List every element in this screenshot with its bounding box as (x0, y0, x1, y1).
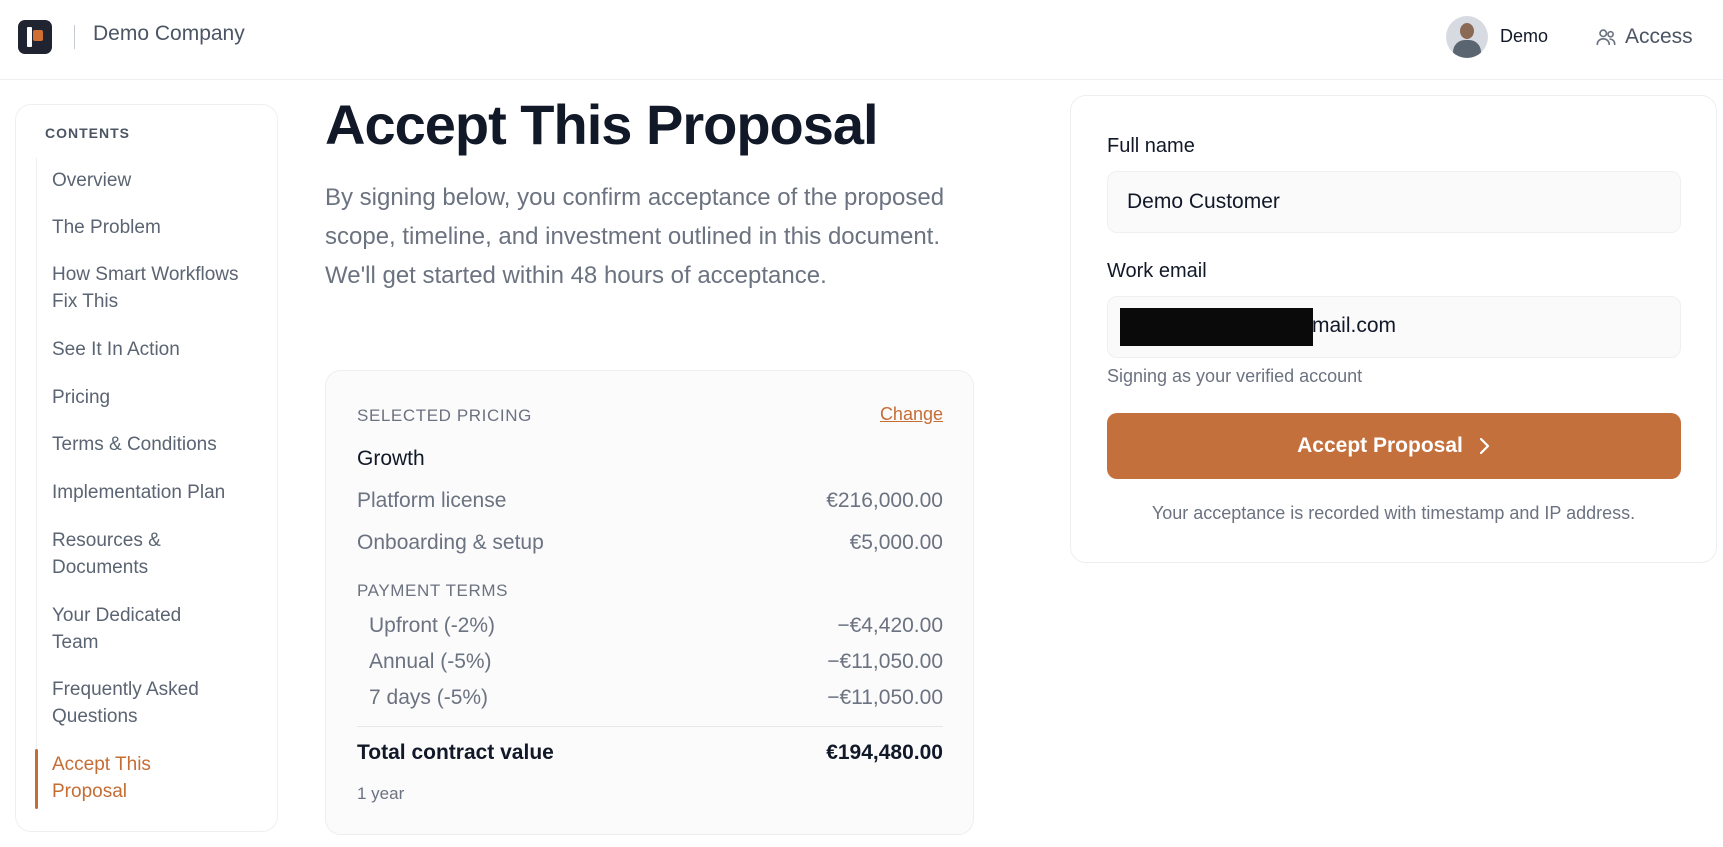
accept-proposal-button[interactable]: Accept Proposal (1107, 413, 1681, 479)
access-label: Access (1625, 25, 1693, 48)
toc-title: CONTENTS (45, 125, 130, 141)
intro-text: By signing below, you confirm acceptance… (325, 184, 945, 289)
total-divider (357, 726, 943, 727)
full-name-label: Full name (1107, 135, 1195, 157)
change-pricing-link[interactable]: Change (880, 404, 943, 425)
toc-item-dedicated-team[interactable]: Your Dedicated Team (52, 602, 212, 656)
total-amount: €194,480.00 (826, 741, 943, 764)
toc-item-see-it-in-action[interactable]: See It In Action (52, 336, 252, 363)
toc-track (36, 158, 37, 809)
payment-term-label: Annual (-5%) (369, 650, 492, 673)
payment-term-amount: −€11,050.00 (827, 686, 943, 709)
acceptance-footnote: Your acceptance is recorded with timesta… (1151, 503, 1636, 523)
line-item-label: Platform license (357, 489, 507, 512)
accept-proposal-label: Accept Proposal (1297, 434, 1463, 457)
pricing-summary-card: SELECTED PRICING Change Growth Platform … (325, 370, 974, 835)
toc-item-the-problem[interactable]: The Problem (52, 214, 252, 241)
full-name-input[interactable]: Demo Customer (1107, 171, 1681, 233)
access-button[interactable]: Access (1595, 24, 1693, 50)
signature-card: Full name Demo Customer Work email mail.… (1070, 95, 1717, 563)
toc-active-indicator (35, 749, 38, 809)
line-item-label: Onboarding & setup (357, 531, 544, 554)
toc-item-how-smart-workflows[interactable]: How Smart Workflows Fix This (52, 261, 252, 315)
total-row: Total contract value €194,480.00 (357, 741, 943, 765)
line-item: Platform license €216,000.00 (357, 487, 943, 515)
line-item: Onboarding & setup €5,000.00 (357, 529, 943, 557)
payment-term-row: Annual (-5%) −€11,050.00 (369, 648, 943, 676)
selected-pricing-label: SELECTED PRICING (357, 406, 532, 425)
toc-item-terms[interactable]: Terms & Conditions (52, 431, 252, 458)
work-email-value: mail.com (1312, 314, 1397, 337)
line-item-amount: €5,000.00 (849, 531, 943, 554)
work-email-label: Work email (1107, 260, 1207, 282)
full-name-value: Demo Customer (1127, 190, 1280, 213)
top-bar: Demo Company Demo Access (0, 0, 1723, 80)
plan-name: Growth (357, 447, 425, 470)
payment-term-amount: −€11,050.00 (827, 650, 943, 673)
user-avatar[interactable] (1446, 16, 1488, 58)
user-name[interactable]: Demo (1500, 26, 1548, 47)
payment-term-row: Upfront (-2%) −€4,420.00 (369, 612, 943, 640)
term-length: 1 year (357, 784, 405, 803)
email-hint: Signing as your verified account (1107, 366, 1363, 386)
toc-item-overview[interactable]: Overview (52, 167, 252, 194)
payment-terms-label: PAYMENT TERMS (357, 581, 509, 600)
payment-term-row: 7 days (-5%) −€11,050.00 (369, 684, 943, 712)
total-label: Total contract value (357, 741, 554, 764)
line-item-amount: €216,000.00 (826, 489, 943, 512)
table-of-contents: CONTENTS Overview The Problem How Smart … (15, 104, 278, 832)
redacted-block (1120, 308, 1313, 346)
toc-item-accept-proposal[interactable]: Accept This Proposal (52, 751, 182, 805)
toc-item-pricing[interactable]: Pricing (52, 384, 252, 411)
users-icon (1596, 29, 1616, 46)
page-title: Accept This Proposal (325, 93, 879, 156)
payment-term-amount: −€4,420.00 (837, 614, 943, 637)
payment-term-label: 7 days (-5%) (369, 686, 489, 709)
brand-logo-icon[interactable] (18, 20, 52, 54)
chevron-right-icon (1479, 437, 1489, 455)
toc-item-faq[interactable]: Frequently Asked Questions (52, 676, 232, 730)
company-name: Demo Company (93, 22, 245, 45)
payment-term-label: Upfront (-2%) (369, 614, 496, 637)
work-email-input[interactable]: mail.com (1107, 296, 1681, 358)
header-divider (74, 25, 75, 49)
toc-item-implementation-plan[interactable]: Implementation Plan (52, 479, 252, 506)
toc-item-resources[interactable]: Resources & Documents (52, 527, 202, 581)
